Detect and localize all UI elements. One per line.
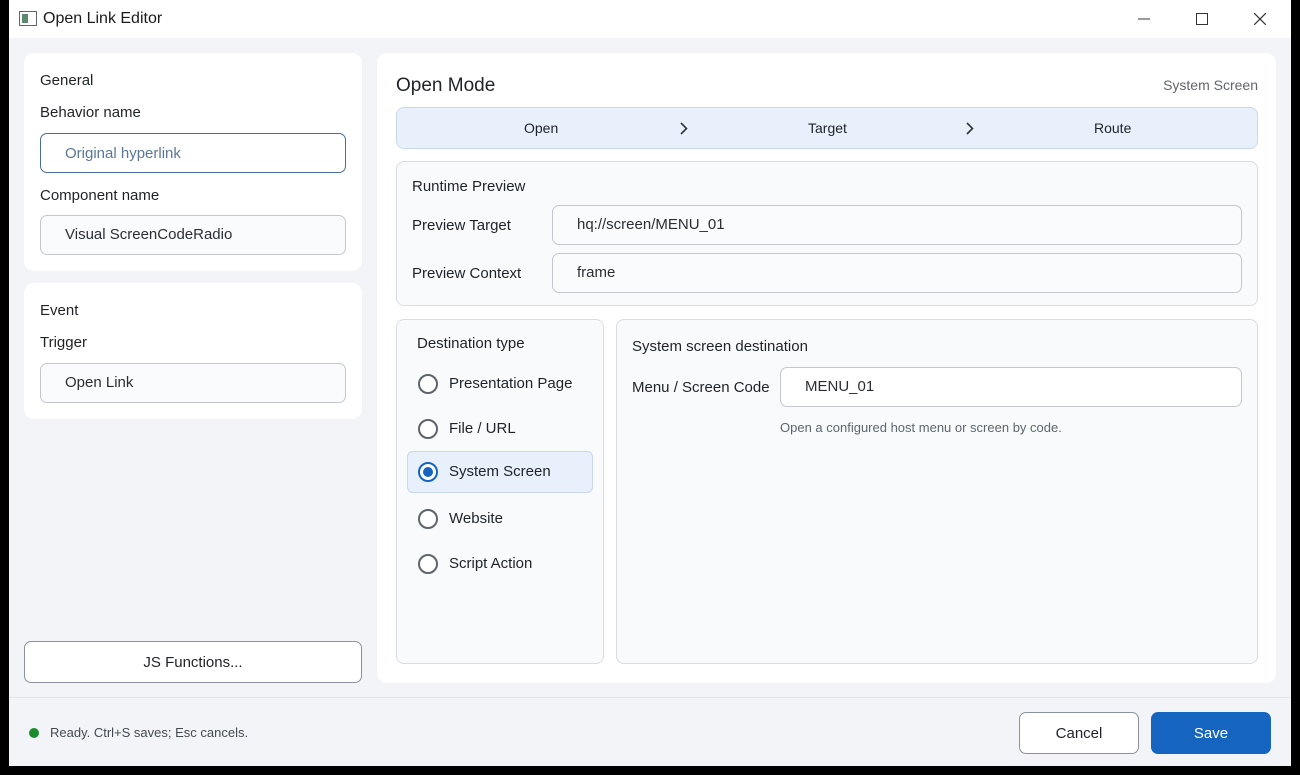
runtime-preview-box: Runtime Preview Preview Target hq://scre… bbox=[396, 161, 1258, 306]
status-indicator-icon bbox=[29, 728, 39, 738]
system-screen-destination-box: System screen destination Menu / Screen … bbox=[616, 319, 1258, 664]
app-window: Open Link Editor General Behavior name C… bbox=[9, 0, 1291, 766]
radio-website[interactable]: Website bbox=[407, 498, 593, 540]
destination-type-box: Destination type Presentation Page File … bbox=[396, 319, 604, 664]
component-name-field[interactable]: Visual ScreenCodeRadio bbox=[40, 215, 346, 255]
step-route[interactable]: Route bbox=[1094, 120, 1131, 136]
trigger-field[interactable]: Open Link bbox=[40, 363, 346, 403]
title-bar: Open Link Editor bbox=[9, 0, 1291, 38]
open-mode-title: Open Mode bbox=[396, 75, 496, 96]
js-functions-button[interactable]: JS Functions... bbox=[24, 641, 362, 683]
preview-context-field[interactable]: frame bbox=[552, 253, 1242, 293]
step-target[interactable]: Target bbox=[808, 120, 847, 136]
current-mode-label: System Screen bbox=[1163, 77, 1258, 93]
chevron-right-icon bbox=[966, 122, 974, 135]
radio-unchecked-icon bbox=[418, 509, 438, 529]
behavior-name-label: Behavior name bbox=[40, 104, 141, 121]
radio-presentation-page[interactable]: Presentation Page bbox=[407, 363, 593, 405]
radio-system-screen[interactable]: System Screen bbox=[407, 451, 593, 493]
component-name-label: Component name bbox=[40, 187, 160, 204]
screen-code-hint: Open a configured host menu or screen by… bbox=[780, 420, 1062, 435]
radio-label: Script Action bbox=[449, 555, 533, 572]
system-screen-destination-title: System screen destination bbox=[632, 338, 808, 355]
radio-checked-icon bbox=[418, 462, 438, 482]
footer-divider bbox=[9, 697, 1291, 698]
steps-breadcrumb: Open Target Route bbox=[396, 107, 1258, 149]
maximize-icon bbox=[1196, 13, 1208, 25]
preview-target-field[interactable]: hq://screen/MENU_01 bbox=[552, 205, 1242, 245]
close-button[interactable] bbox=[1231, 0, 1289, 38]
screen-code-label: Menu / Screen Code bbox=[632, 379, 770, 396]
close-icon bbox=[1254, 13, 1266, 25]
minimize-icon bbox=[1138, 18, 1150, 20]
save-button[interactable]: Save bbox=[1151, 712, 1271, 754]
step-open[interactable]: Open bbox=[524, 120, 558, 136]
event-panel: Event Trigger Open Link bbox=[24, 283, 362, 419]
general-section-title: General bbox=[40, 72, 94, 89]
radio-label: File / URL bbox=[449, 420, 516, 437]
chevron-right-icon bbox=[680, 122, 688, 135]
event-section-title: Event bbox=[40, 302, 79, 319]
maximize-button[interactable] bbox=[1173, 0, 1231, 38]
radio-label: System Screen bbox=[449, 463, 551, 480]
radio-unchecked-icon bbox=[418, 554, 438, 574]
general-panel: General Behavior name Component name Vis… bbox=[24, 53, 362, 271]
radio-unchecked-icon bbox=[418, 419, 438, 439]
preview-target-label: Preview Target bbox=[412, 217, 511, 234]
window-title: Open Link Editor bbox=[43, 10, 163, 27]
runtime-preview-title: Runtime Preview bbox=[412, 178, 526, 195]
radio-unchecked-icon bbox=[418, 374, 438, 394]
radio-label: Website bbox=[449, 510, 503, 527]
cancel-button[interactable]: Cancel bbox=[1019, 712, 1139, 754]
preview-context-label: Preview Context bbox=[412, 265, 522, 282]
minimize-button[interactable] bbox=[1115, 0, 1173, 38]
destination-type-title: Destination type bbox=[417, 335, 525, 352]
status-text: Ready. Ctrl+S saves; Esc cancels. bbox=[50, 725, 249, 740]
radio-script-action[interactable]: Script Action bbox=[407, 543, 593, 585]
app-icon bbox=[19, 11, 37, 26]
radio-label: Presentation Page bbox=[449, 375, 573, 392]
behavior-name-input[interactable] bbox=[40, 133, 346, 173]
radio-file-url[interactable]: File / URL bbox=[407, 408, 593, 450]
trigger-label: Trigger bbox=[40, 334, 87, 351]
screen-code-input[interactable]: MENU_01 bbox=[780, 367, 1242, 407]
